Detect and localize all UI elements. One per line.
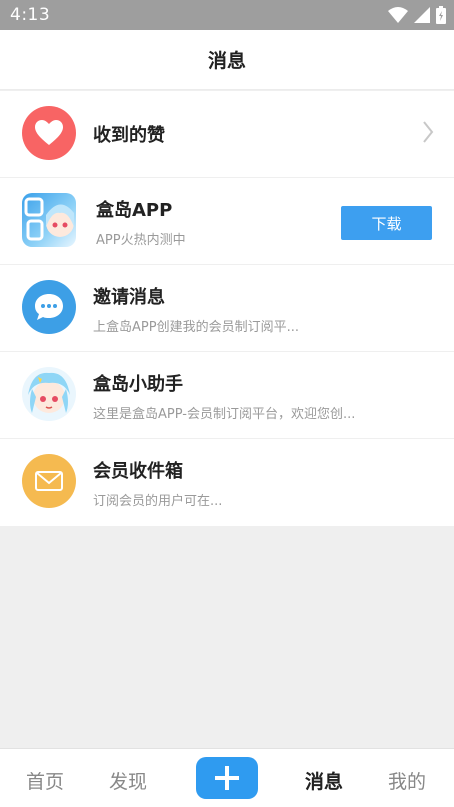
chat-bubble-icon: [22, 280, 76, 334]
status-icons: [388, 6, 446, 24]
assistant-avatar-icon: [22, 367, 76, 421]
status-time: 4:13: [10, 5, 51, 25]
list-item-invitations[interactable]: 邀请消息 上盒岛APP创建我的会员制订阅平...: [0, 265, 454, 352]
wifi-icon: [388, 7, 408, 23]
page-header: 消息: [0, 30, 454, 90]
list-item-subtitle: APP火热内测中: [96, 233, 186, 248]
nav-messages[interactable]: 消息: [305, 767, 343, 794]
bottom-nav: 首页 发现 消息 我的: [0, 748, 454, 807]
nav-home[interactable]: 首页: [26, 767, 64, 794]
list-item-title: 盒岛小助手: [93, 374, 183, 395]
status-bar: 4:13: [0, 0, 454, 30]
list-item-title: 收到的赞: [93, 125, 165, 146]
list-item-app-promo[interactable]: 盒岛APP APP火热内测中 下载: [0, 178, 454, 265]
app-logo-icon: [22, 193, 76, 247]
page-title: 消息: [207, 50, 246, 72]
battery-icon: [436, 6, 446, 24]
list-item-likes[interactable]: 收到的赞: [0, 91, 454, 178]
chevron-right-icon: [423, 121, 434, 143]
list-item-assistant[interactable]: 盒岛小助手 这里是盒岛APP-会员制订阅平台，欢迎您创...: [0, 352, 454, 439]
list-item-title: 邀请消息: [93, 287, 165, 308]
plus-icon: [215, 766, 239, 790]
message-list: 收到的赞 盒岛APP APP火热内测中 下载 邀请消息 上盒岛APP创建我的会员…: [0, 91, 454, 526]
list-item-title: 盒岛APP: [96, 200, 173, 221]
create-post-button[interactable]: [196, 757, 258, 799]
envelope-icon: [22, 454, 76, 508]
list-item-subtitle: 订阅会员的用户可在...: [93, 494, 223, 509]
download-button[interactable]: 下载: [341, 206, 432, 240]
signal-icon: [414, 7, 430, 23]
nav-mine[interactable]: 我的: [388, 767, 426, 794]
heart-icon: [22, 106, 76, 160]
list-item-member-inbox[interactable]: 会员收件箱 订阅会员的用户可在...: [0, 439, 454, 526]
list-item-subtitle: 上盒岛APP创建我的会员制订阅平...: [93, 320, 299, 335]
list-item-title: 会员收件箱: [93, 461, 183, 482]
list-item-subtitle: 这里是盒岛APP-会员制订阅平台，欢迎您创...: [93, 407, 356, 422]
nav-discover[interactable]: 发现: [109, 767, 147, 794]
